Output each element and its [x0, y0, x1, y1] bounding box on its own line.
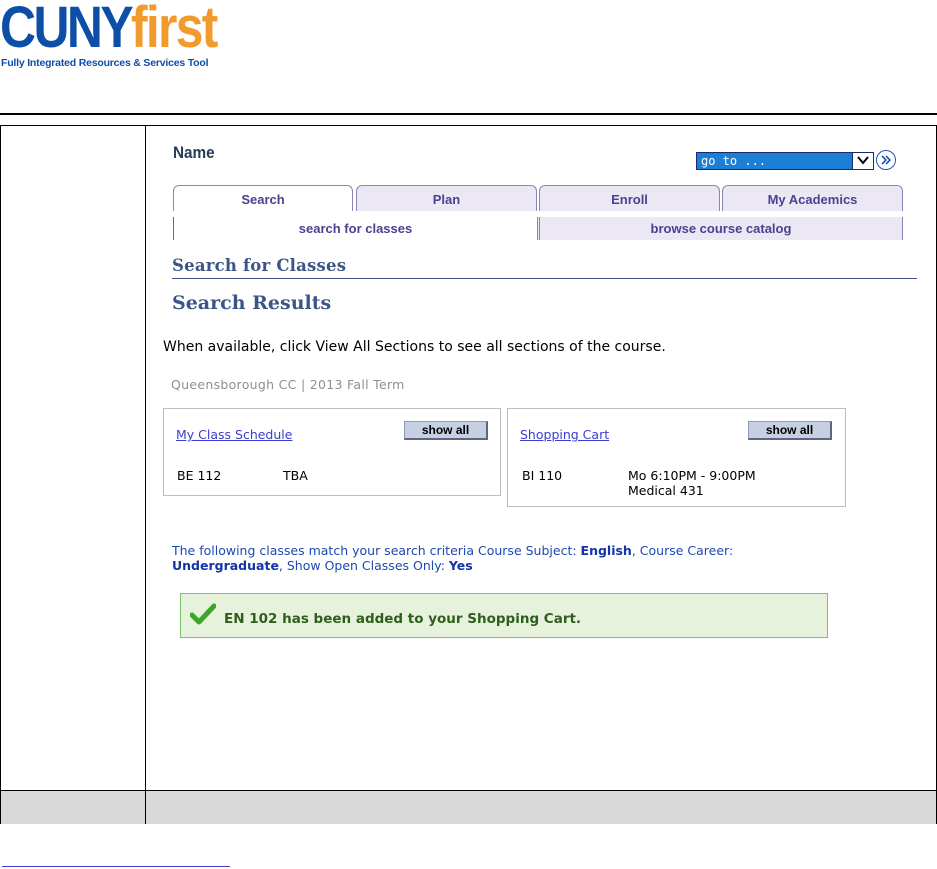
tab-my-academics[interactable]: My Academics: [722, 185, 903, 211]
goto-dropdown[interactable]: go to ...: [696, 152, 874, 170]
student-name-label: Name: [173, 143, 215, 162]
criteria-career: Undergraduate: [172, 558, 279, 573]
cart-show-all-button[interactable]: show all: [748, 421, 832, 440]
subtab-bar: search for classes browse course catalog: [173, 217, 903, 240]
section-title-rule: [172, 278, 917, 279]
logo-tagline: Fully Integrated Resources & Services To…: [1, 57, 209, 69]
header-divider: [0, 113, 937, 115]
double-chevron-right-icon[interactable]: [876, 150, 896, 170]
criteria-open-only: Yes: [448, 558, 473, 573]
cunyfirst-logo: CUNYfirst Fully Integrated Resources & S…: [0, 0, 240, 72]
tab-search[interactable]: Search: [173, 185, 353, 211]
criteria-subject: English: [580, 543, 632, 558]
shopping-cart-box: Shopping Cart show all BI 110 Mo 6:10PM …: [507, 408, 846, 507]
class-schedule-box: My Class Schedule show all BE 112 TBA: [163, 408, 501, 496]
footer-link-underline[interactable]: [2, 866, 230, 867]
chevron-down-icon[interactable]: [852, 153, 873, 169]
table-column-divider: [145, 126, 146, 823]
subtab-search-for-classes[interactable]: search for classes: [173, 217, 537, 240]
shopping-cart-link[interactable]: Shopping Cart: [520, 427, 609, 442]
schedule-time: TBA: [283, 468, 308, 483]
footer-column-divider: [145, 791, 146, 824]
schedule-course: BE 112: [177, 468, 222, 483]
schedule-show-all-button[interactable]: show all: [404, 421, 488, 440]
cart-course: BI 110: [522, 468, 563, 483]
term-label: Queensborough CC | 2013 Fall Term: [171, 377, 405, 392]
table-footer-row: [1, 790, 936, 824]
search-criteria-text: The following classes match your search …: [172, 543, 734, 573]
instruction-text: When available, click View All Sections …: [163, 339, 666, 355]
cart-room: Medical 431: [628, 483, 704, 498]
page-title: Search Results: [172, 292, 332, 314]
cart-time: Mo 6:10PM - 9:00PM: [628, 468, 756, 483]
goto-dropdown-value: go to ...: [701, 154, 767, 168]
logo-wordmark: CUNYfirst: [0, 0, 218, 60]
success-message-text: EN 102 has been added to your Shopping C…: [224, 611, 582, 627]
success-message: EN 102 has been added to your Shopping C…: [180, 593, 828, 638]
tab-plan[interactable]: Plan: [356, 185, 537, 211]
section-title: Search for Classes: [172, 256, 347, 275]
tab-enroll[interactable]: Enroll: [539, 185, 720, 211]
subtab-browse-course-catalog[interactable]: browse course catalog: [537, 217, 903, 240]
my-class-schedule-link[interactable]: My Class Schedule: [176, 427, 292, 442]
checkmark-icon: [190, 603, 216, 625]
